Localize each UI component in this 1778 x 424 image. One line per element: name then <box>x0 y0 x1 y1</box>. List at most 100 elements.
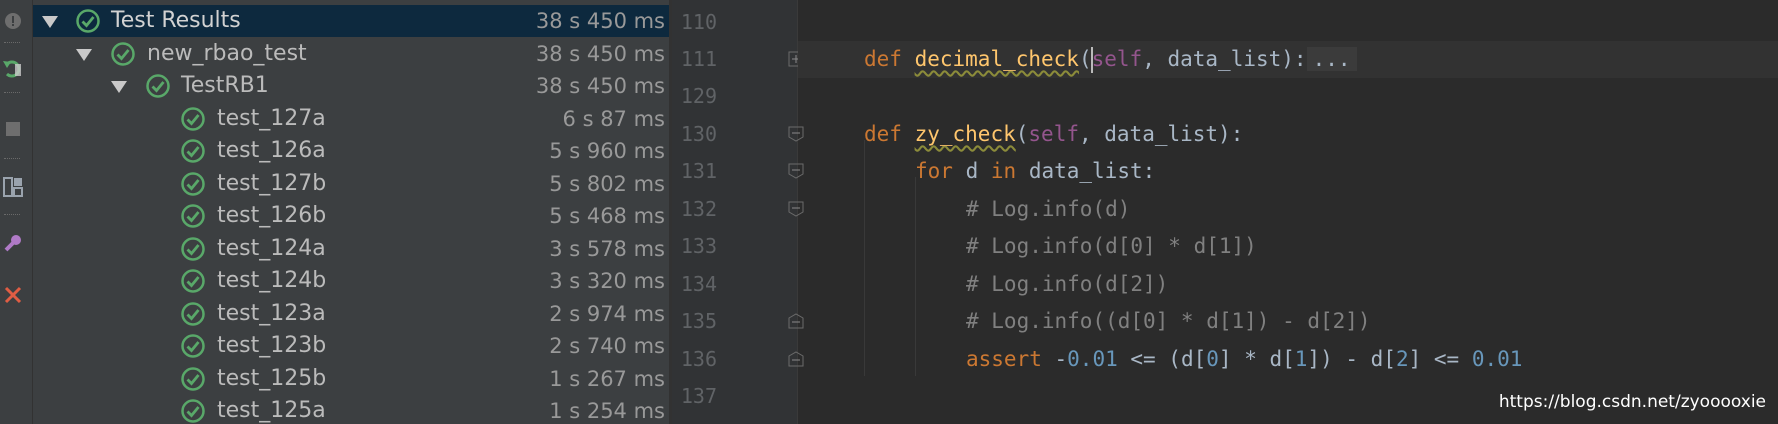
function-name: zy_check <box>914 122 1016 146</box>
pass-check-icon <box>181 334 205 358</box>
tree-row-test[interactable]: test_124b 3 s 320 ms <box>33 265 669 297</box>
pass-check-icon <box>181 204 205 228</box>
code-text: , data_list): <box>1078 122 1244 146</box>
tree-label: test_125b <box>217 366 327 391</box>
duration: 38 s 450 ms <box>535 9 665 33</box>
stop-icon[interactable] <box>2 10 24 32</box>
code-line-136[interactable]: assert -0.01 <= (d[0] * d[1]) - d[2] <= … <box>966 341 1522 378</box>
line-number: 111 <box>680 47 717 71</box>
number: 2 <box>1395 347 1409 371</box>
tree-row-test[interactable]: test_123a 2 s 974 ms <box>33 298 669 330</box>
line-number: 131 <box>680 159 717 183</box>
pass-check-icon <box>181 107 205 131</box>
fold-collapse-icon[interactable] <box>788 201 804 217</box>
tree-label: test_127a <box>217 106 326 131</box>
tree-label: test_123a <box>217 301 326 326</box>
code-line-111[interactable]: def decimal_check(self, data_list):... <box>864 41 1357 78</box>
rerun-icon[interactable] <box>2 58 24 80</box>
duration: 3 s 578 ms <box>549 237 665 261</box>
duration: 2 s 974 ms <box>549 302 665 326</box>
folded-region[interactable]: ... <box>1306 47 1357 71</box>
tree-row-test[interactable]: test_127b 5 s 802 ms <box>33 168 669 200</box>
code-text: , data_list): <box>1142 47 1307 71</box>
tree-row-test[interactable]: test_125b 1 s 267 ms <box>33 363 669 395</box>
code-line-132[interactable]: # Log.info(d) <box>966 191 1130 228</box>
code-text: - <box>1041 347 1068 371</box>
stop-square-icon[interactable] <box>2 118 24 140</box>
code-text: ]) - d[ <box>1307 347 1396 371</box>
code-line-130[interactable]: def zy_check(self, data_list): <box>864 116 1243 153</box>
tree-row-suite[interactable]: new_rbao_test 38 s 450 ms <box>33 38 669 70</box>
tree-label: test_124a <box>217 236 326 261</box>
pass-check-icon <box>181 139 205 163</box>
tree-row-test[interactable]: test_126a 5 s 960 ms <box>33 135 669 167</box>
toolbar-separator <box>4 214 20 215</box>
tree-label: test_126b <box>217 203 327 228</box>
duration: 6 s 87 ms <box>562 107 665 131</box>
tree-row-test[interactable]: test_126b 5 s 468 ms <box>33 200 669 232</box>
code-line-133[interactable]: # Log.info(d[0] * d[1]) <box>966 228 1257 265</box>
expand-arrow-icon[interactable] <box>76 49 92 61</box>
tree-row-test[interactable]: test_123b 2 s 740 ms <box>33 330 669 362</box>
expand-arrow-icon[interactable] <box>42 16 58 28</box>
line-number: 136 <box>680 347 717 371</box>
self-param: self <box>1091 47 1143 71</box>
code-text: <= (d[ <box>1117 347 1207 371</box>
toolbar-separator <box>4 92 20 93</box>
fold-collapse-icon[interactable] <box>788 126 804 142</box>
pass-check-icon <box>181 172 205 196</box>
line-number: 133 <box>680 234 717 258</box>
watermark-text: https://blog.csdn.net/zyooooxie <box>1498 392 1766 412</box>
duration: 3 s 320 ms <box>549 269 665 293</box>
duration: 38 s 450 ms <box>535 74 665 98</box>
code-text: ] * d[ <box>1218 347 1295 371</box>
code-line-134[interactable]: # Log.info(d[2]) <box>966 266 1168 303</box>
keyword: in <box>990 159 1017 183</box>
tree-row-class[interactable]: TestRB1 38 s 450 ms <box>33 70 669 102</box>
tree-row-test[interactable]: test_127a 6 s 87 ms <box>33 103 669 135</box>
code-line-131[interactable]: for d in data_list: <box>915 153 1155 190</box>
code-line-135[interactable]: # Log.info((d[0] * d[1]) - d[2]) <box>966 303 1371 340</box>
duration: 5 s 468 ms <box>549 204 665 228</box>
pass-check-icon <box>181 367 205 391</box>
line-number: 137 <box>680 384 717 408</box>
tree-label: TestRB1 <box>181 73 269 98</box>
close-icon[interactable] <box>2 284 24 306</box>
pass-check-icon <box>146 74 170 98</box>
pass-check-icon <box>181 237 205 261</box>
fold-end-icon[interactable] <box>788 351 804 367</box>
number: 1 <box>1294 347 1308 371</box>
expand-arrow-icon[interactable] <box>111 81 127 93</box>
tree-row-root[interactable]: Test Results 38 s 450 ms <box>33 5 669 37</box>
code-editor[interactable]: 110 111 129 130 131 132 133 134 135 136 … <box>672 0 1778 424</box>
line-number: 130 <box>680 122 717 146</box>
toolbar-separator <box>4 158 20 159</box>
tree-label: test_125a <box>217 398 326 423</box>
duration: 5 s 960 ms <box>549 139 665 163</box>
keyword: for <box>915 159 953 183</box>
keyword: assert <box>966 347 1042 371</box>
indent-guide <box>864 140 865 376</box>
fold-end-icon[interactable] <box>788 313 804 329</box>
duration: 38 s 450 ms <box>535 42 665 66</box>
keyword: def <box>864 47 902 71</box>
pass-check-icon <box>181 399 205 423</box>
function-name: decimal_check <box>914 47 1079 71</box>
line-number: 134 <box>680 272 717 296</box>
tree-label: test_126a <box>217 138 326 163</box>
line-number: 129 <box>680 84 717 108</box>
fold-collapse-icon[interactable] <box>788 163 804 179</box>
pin-icon[interactable] <box>2 232 24 254</box>
number: 0.01 <box>1471 347 1523 371</box>
tree-row-test[interactable]: test_125a 1 s 254 ms <box>33 395 669 424</box>
duration: 5 s 802 ms <box>549 172 665 196</box>
self-param: self <box>1028 122 1079 146</box>
tree-row-test[interactable]: test_124a 3 s 578 ms <box>33 233 669 265</box>
test-toolbar <box>0 0 33 424</box>
duration: 2 s 740 ms <box>549 334 665 358</box>
pass-check-icon <box>181 302 205 326</box>
code-text: ] <= <box>1408 347 1472 371</box>
layout-icon[interactable] <box>2 176 24 198</box>
tree-label: Test Results <box>111 8 241 33</box>
tree-label: new_rbao_test <box>147 41 307 66</box>
